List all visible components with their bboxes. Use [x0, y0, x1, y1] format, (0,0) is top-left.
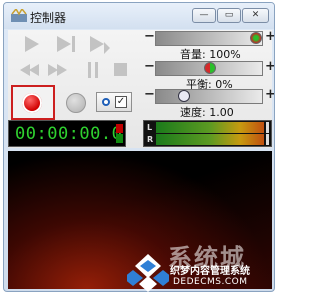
pause-button[interactable]	[84, 60, 106, 80]
balance-plus[interactable]: +	[265, 60, 274, 74]
led-red-indicator	[116, 124, 123, 133]
rewind-icon-2	[29, 64, 39, 76]
level-meter: L R	[143, 120, 272, 147]
volume-slider[interactable]	[155, 31, 263, 46]
play-icon	[25, 36, 39, 52]
radio-icon[interactable]	[102, 98, 110, 106]
meter-right-label: R	[147, 135, 154, 144]
fast-forward-icon-2	[57, 64, 67, 76]
close-button[interactable]: ✕	[242, 8, 269, 23]
record-button[interactable]	[11, 85, 55, 120]
maximize-button[interactable]: ▭	[217, 8, 241, 23]
fast-forward-button[interactable]	[48, 60, 70, 80]
balance-slider[interactable]	[155, 61, 263, 76]
volume-minus[interactable]: −	[144, 30, 155, 44]
balance-minus[interactable]: −	[144, 60, 155, 74]
pause-icon-bar	[95, 62, 98, 78]
title-bar[interactable]: 控制器 — ▭ ✕	[4, 3, 274, 29]
rewind-button[interactable]	[20, 60, 42, 80]
speed-knob[interactable]	[178, 90, 190, 102]
speed-minus[interactable]: −	[144, 88, 155, 102]
meter-left-label: L	[147, 123, 153, 132]
record-icon	[22, 93, 42, 113]
watermark-line2: DEDECMS.COM	[173, 277, 248, 287]
stop-icon	[114, 63, 127, 76]
pause-record-icon[interactable]	[66, 93, 86, 113]
checkbox-icon[interactable]: ✓	[115, 96, 127, 108]
meter-right-peak	[266, 134, 269, 145]
meter-left-bar	[156, 122, 264, 133]
watermark-logo-icon	[127, 254, 169, 292]
next-track-icon	[57, 36, 71, 52]
volume-label: 音量: 100%	[180, 48, 241, 61]
pause-icon	[88, 62, 91, 78]
step-forward-icon	[90, 36, 104, 52]
balance-knob[interactable]	[204, 62, 216, 74]
time-counter: 00:00:00.0	[15, 124, 123, 144]
step-forward-arrow	[104, 42, 110, 54]
speed-slider[interactable]	[155, 89, 263, 104]
volume-knob[interactable]	[250, 32, 262, 44]
speed-label: 速度: 1.00	[180, 106, 234, 119]
mode-toggle[interactable]: ✓	[96, 92, 132, 112]
next-track-bar	[72, 36, 75, 52]
app-icon	[11, 9, 27, 22]
meter-right-bar	[156, 134, 264, 145]
time-display: 00:00:00.0	[8, 120, 126, 147]
play-button[interactable]	[22, 34, 44, 54]
speed-plus[interactable]: +	[265, 88, 274, 102]
meter-left-peak	[266, 122, 269, 133]
step-forward-button[interactable]	[88, 34, 110, 54]
volume-plus[interactable]: +	[265, 30, 274, 44]
minimize-button[interactable]: —	[192, 8, 216, 23]
next-track-button[interactable]	[54, 34, 76, 54]
stop-button[interactable]	[110, 60, 132, 80]
led-green-indicator	[116, 134, 123, 143]
window-title: 控制器	[30, 11, 67, 25]
watermark-line1: 织梦内容管理系统	[170, 266, 250, 277]
